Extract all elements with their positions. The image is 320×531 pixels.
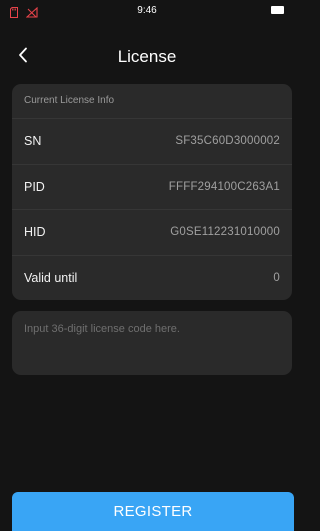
row-value: G0SE112231010000 <box>170 226 280 239</box>
info-row-pid: PID FFFF294100C263A1 <box>12 163 292 210</box>
license-info-card: Current License Info SN SF35C60D3000002 … <box>12 84 292 300</box>
info-row-hid: HID G0SE112231010000 <box>12 209 292 255</box>
row-label: Valid until <box>24 270 78 285</box>
app-header: License <box>0 38 294 74</box>
status-bar: 9:46 <box>0 0 294 22</box>
section-title: Current License Info <box>24 95 115 106</box>
row-label: HID <box>24 225 46 240</box>
row-label: PID <box>24 179 45 194</box>
row-value: 0 <box>273 271 280 284</box>
page-title: License <box>117 47 177 66</box>
register-button[interactable]: REGISTER <box>12 492 294 531</box>
row-value: FFFF294100C263A1 <box>168 180 280 193</box>
license-code-input[interactable] <box>12 311 292 375</box>
info-row-valid-until: Valid until 0 <box>12 254 292 301</box>
row-label: SN <box>24 134 42 149</box>
status-time: 9:46 <box>137 5 157 16</box>
row-value: SF35C60D3000002 <box>175 135 280 148</box>
info-row-sn: SN SF35C60D3000002 <box>12 118 292 164</box>
battery-icon <box>271 6 284 14</box>
